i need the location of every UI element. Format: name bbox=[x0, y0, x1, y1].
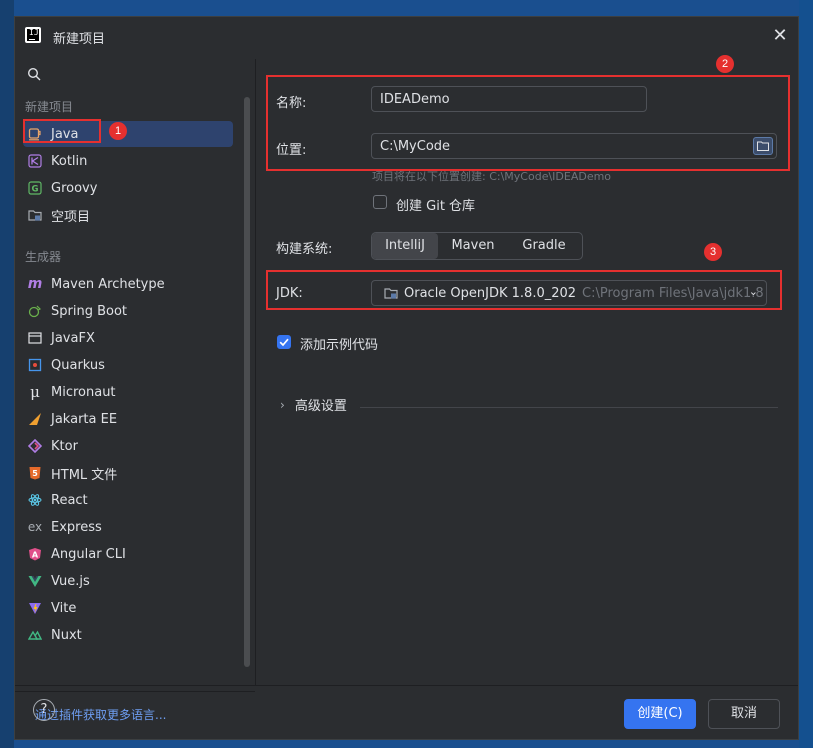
vite-icon bbox=[27, 600, 43, 616]
new-project-dialog: IJ 新建项目 ✕ 新建项目 Java Kotlin G Groovy 空项目 … bbox=[14, 16, 799, 740]
sidebar-item-nuxt[interactable]: Nuxt bbox=[23, 622, 233, 648]
build-system-label: 构建系统: bbox=[276, 242, 333, 257]
maven-icon: m bbox=[27, 276, 43, 292]
highlight-box-java bbox=[23, 119, 101, 143]
quarkus-icon bbox=[27, 357, 43, 373]
sidebar-item-label: Vite bbox=[51, 600, 77, 616]
window-icon bbox=[27, 330, 43, 346]
sidebar-item-quarkus[interactable]: Quarkus bbox=[23, 352, 233, 378]
intellij-app-icon: IJ bbox=[25, 27, 41, 43]
build-system-selector: IntelliJ Maven Gradle bbox=[371, 232, 583, 260]
sidebar-item-label: Maven Archetype bbox=[51, 276, 165, 292]
checkmark-icon bbox=[279, 338, 289, 347]
project-form: 名称: 位置: 项目将在以下位置创建: C:\MyCode\IDEADemo 创… bbox=[256, 55, 798, 685]
sidebar-item-label: 空项目 bbox=[51, 209, 91, 225]
chevron-right-icon: › bbox=[280, 397, 285, 412]
micronaut-icon: μ bbox=[30, 383, 40, 401]
desktop-background-right bbox=[799, 0, 813, 748]
create-button[interactable]: 创建(C) bbox=[624, 699, 696, 729]
ktor-icon bbox=[27, 438, 43, 454]
react-icon bbox=[27, 492, 43, 508]
sidebar-item-label: JavaFX bbox=[51, 330, 95, 346]
add-sample-code-checkbox[interactable] bbox=[277, 335, 291, 349]
sidebar-item-label: Nuxt bbox=[51, 627, 82, 643]
vue-icon bbox=[27, 573, 43, 589]
highlight-box-name-location bbox=[266, 75, 790, 171]
sidebar-item-angular-cli[interactable]: A Angular CLI bbox=[23, 541, 233, 567]
sidebar-item-label: React bbox=[51, 492, 88, 508]
cancel-button[interactable]: 取消 bbox=[708, 699, 780, 729]
svg-text:A: A bbox=[32, 550, 39, 559]
close-icon[interactable]: ✕ bbox=[768, 24, 792, 48]
sidebar-item-spring-boot[interactable]: Spring Boot bbox=[23, 298, 233, 324]
folder-icon bbox=[27, 207, 43, 223]
express-icon: ex bbox=[27, 520, 43, 534]
jakarta-ee-icon bbox=[27, 411, 43, 427]
groovy-icon: G bbox=[27, 180, 43, 196]
advanced-settings-label: 高级设置 bbox=[294, 399, 347, 414]
sidebar-item-label: HTML 文件 bbox=[51, 467, 118, 483]
sidebar-item-javafx[interactable]: JavaFX bbox=[23, 325, 233, 351]
title-bar: IJ 新建项目 ✕ bbox=[15, 17, 798, 55]
kotlin-icon bbox=[27, 153, 43, 169]
sidebar-item-ktor[interactable]: Ktor bbox=[23, 433, 233, 459]
build-option-gradle[interactable]: Gradle bbox=[508, 233, 580, 259]
sidebar-scrollbar[interactable] bbox=[244, 97, 250, 667]
sidebar-item-vuejs[interactable]: Vue.js bbox=[23, 568, 233, 594]
nuxt-icon bbox=[27, 627, 43, 643]
sidebar-item-react[interactable]: React bbox=[23, 487, 233, 513]
project-type-sidebar: 新建项目 Java Kotlin G Groovy 空项目 生成器 m Mave… bbox=[15, 59, 256, 722]
sidebar-item-label: Jakarta EE bbox=[51, 411, 118, 427]
search-icon[interactable] bbox=[27, 67, 41, 81]
sidebar-item-label: Ktor bbox=[51, 438, 78, 454]
section-label-new-project: 新建项目 bbox=[25, 100, 74, 114]
sidebar-item-label: Vue.js bbox=[51, 573, 90, 589]
sidebar-item-kotlin[interactable]: Kotlin bbox=[23, 148, 233, 174]
build-option-intellij[interactable]: IntelliJ bbox=[372, 233, 438, 259]
sidebar-item-empty-project[interactable]: 空项目 bbox=[23, 202, 233, 228]
annotation-badge-2: 2 bbox=[716, 55, 734, 73]
sidebar-item-groovy[interactable]: G Groovy bbox=[23, 175, 233, 201]
advanced-settings-toggle[interactable]: › 高级设置 bbox=[280, 395, 347, 415]
sidebar-item-label: Micronaut bbox=[51, 384, 116, 400]
sidebar-item-maven-archetype[interactable]: m Maven Archetype bbox=[23, 271, 233, 297]
spring-boot-icon bbox=[27, 303, 43, 319]
create-git-repo-checkbox[interactable] bbox=[373, 195, 387, 209]
section-label-generators: 生成器 bbox=[25, 250, 62, 264]
desktop-background-left bbox=[0, 0, 14, 748]
advanced-divider bbox=[360, 407, 778, 408]
angular-icon: A bbox=[27, 546, 43, 562]
highlight-box-jdk bbox=[266, 270, 782, 310]
sidebar-item-html-file[interactable]: 5 HTML 文件 bbox=[23, 460, 233, 486]
sidebar-item-micronaut[interactable]: μ Micronaut bbox=[23, 379, 233, 405]
annotation-badge-3: 3 bbox=[704, 243, 722, 261]
sidebar-item-label: Spring Boot bbox=[51, 303, 128, 319]
sidebar-item-label: Quarkus bbox=[51, 357, 105, 373]
sidebar-item-label: Express bbox=[51, 519, 102, 535]
svg-text:5: 5 bbox=[32, 469, 38, 478]
dialog-title: 新建项目 bbox=[53, 32, 106, 47]
create-git-repo-label: 创建 Git 仓库 bbox=[396, 199, 476, 214]
sidebar-item-express[interactable]: ex Express bbox=[23, 514, 233, 540]
sidebar-item-vite[interactable]: Vite bbox=[23, 595, 233, 621]
build-option-maven[interactable]: Maven bbox=[438, 233, 508, 259]
sidebar-item-label: Kotlin bbox=[51, 153, 88, 169]
sidebar-item-label: Groovy bbox=[51, 180, 98, 196]
dialog-footer: ? 创建(C) 取消 bbox=[15, 685, 798, 741]
annotation-badge-1: 1 bbox=[109, 122, 127, 140]
help-button[interactable]: ? bbox=[33, 699, 55, 721]
html5-icon: 5 bbox=[27, 465, 43, 481]
add-sample-code-label: 添加示例代码 bbox=[300, 338, 379, 353]
sidebar-item-label: Angular CLI bbox=[51, 546, 126, 562]
sidebar-item-jakarta-ee[interactable]: Jakarta EE bbox=[23, 406, 233, 432]
svg-text:G: G bbox=[32, 184, 39, 194]
